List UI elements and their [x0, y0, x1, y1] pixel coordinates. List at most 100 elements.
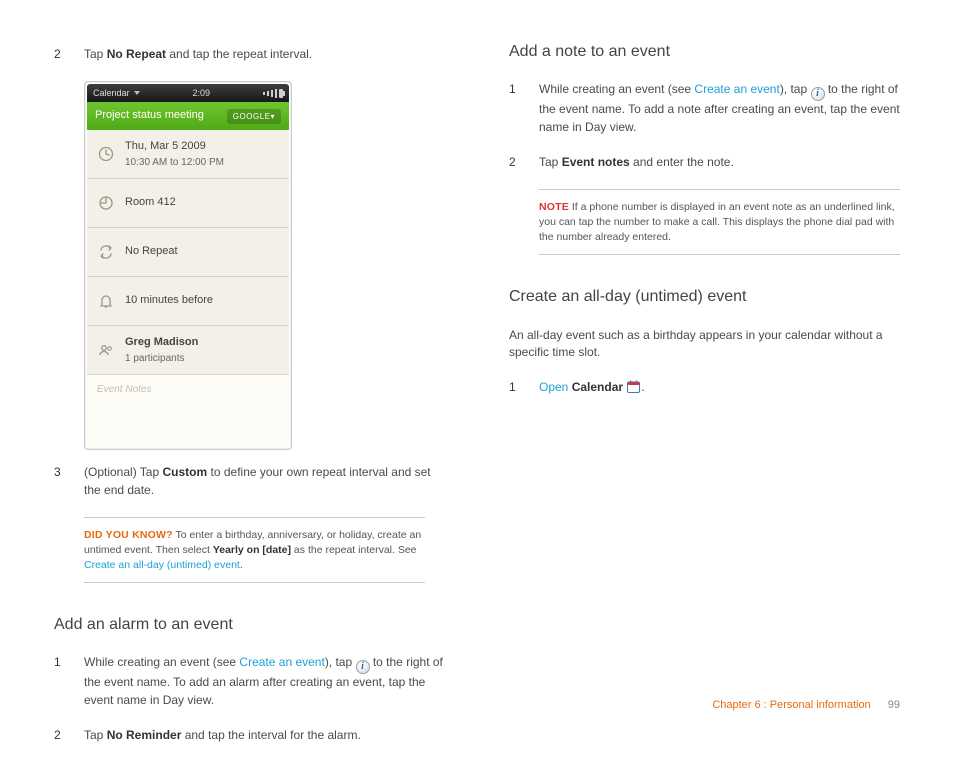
clock-icon: [97, 145, 115, 163]
xref-link[interactable]: Create an all-day (untimed) event: [84, 559, 240, 571]
step-3: 3 (Optional) Tap Custom to define your o…: [54, 464, 445, 499]
alarm-step-2: 2 Tap No Reminder and tap the interval f…: [54, 727, 445, 744]
alarm-step-1: 1 While creating an event (see Create an…: [54, 654, 445, 709]
text: and enter the note.: [630, 155, 734, 169]
text: Tap: [84, 728, 107, 742]
row-repeat: No Repeat: [87, 228, 289, 277]
text: While creating an event (see: [539, 82, 694, 96]
step-body: Tap No Repeat and tap the repeat interva…: [84, 46, 445, 63]
allday-step-1: 1 Open Calendar .: [509, 379, 900, 396]
step-number: 1: [54, 654, 66, 709]
repeat-icon: [97, 243, 115, 261]
step-body: Open Calendar .: [539, 379, 900, 396]
text: Tap: [84, 47, 107, 61]
section-title-note: Add a note to an event: [509, 40, 900, 63]
row-reminder: 10 minutes before: [87, 277, 289, 326]
location-icon: [97, 194, 115, 212]
step-body: Tap No Reminder and tap the interval for…: [84, 727, 445, 744]
step-2: 2 Tap No Repeat and tap the repeat inter…: [54, 46, 445, 63]
date-main: Thu, Mar 5 2009: [125, 140, 206, 152]
step-number: 2: [509, 154, 521, 171]
step-body: While creating an event (see Create an e…: [84, 654, 445, 709]
step-number: 2: [54, 46, 66, 63]
signal-bar-icon: [267, 91, 269, 96]
callout-body: If a phone number is displayed in an eve…: [539, 201, 895, 242]
step-body: (Optional) Tap Custom to define your own…: [84, 464, 445, 499]
row-datetime: Thu, Mar 5 2009 10:30 AM to 12:00 PM: [87, 130, 289, 179]
xref-link[interactable]: Create an event: [694, 82, 779, 96]
step-body: Tap Event notes and enter the note.: [539, 154, 900, 171]
bold: Event notes: [562, 155, 630, 169]
row-location: Room 412: [87, 179, 289, 228]
section-title-alarm: Add an alarm to an event: [54, 613, 445, 636]
bold: No Reminder: [107, 728, 182, 742]
note-step-2: 2 Tap Event notes and enter the note.: [509, 154, 900, 171]
step-number: 1: [509, 379, 521, 396]
page: 2 Tap No Repeat and tap the repeat inter…: [0, 0, 954, 738]
row-text: Thu, Mar 5 2009 10:30 AM to 12:00 PM: [125, 139, 224, 170]
phone-screenshot: Calendar 2:09 Project status meeting GOO…: [84, 81, 292, 450]
right-column: Add a note to an event 1 While creating …: [509, 40, 900, 763]
callout-lead: NOTE: [539, 201, 569, 213]
chapter-label: Chapter 6 : Personal information: [712, 699, 870, 711]
account-tag: GOOGLE▾: [227, 109, 281, 125]
bold: Calendar: [572, 380, 623, 394]
statusbar-right: [263, 89, 283, 98]
info-icon: i: [356, 660, 370, 674]
event-detail-list: Thu, Mar 5 2009 10:30 AM to 12:00 PM Roo…: [87, 130, 289, 447]
note-callout: NOTE If a phone number is displayed in a…: [539, 189, 900, 255]
event-title: Project status meeting: [95, 108, 204, 124]
callout-lead: DID YOU KNOW?: [84, 529, 173, 541]
note-step-1: 1 While creating an event (see Create an…: [509, 81, 900, 136]
bell-icon: [97, 292, 115, 310]
row-text: Room 412: [125, 195, 176, 211]
bold: Custom: [163, 465, 208, 479]
signal-bar-icon: [271, 90, 273, 97]
page-number: 99: [888, 699, 900, 711]
signal-bar-icon: [275, 89, 277, 98]
row-text: No Repeat: [125, 244, 178, 260]
did-you-know-callout: DID YOU KNOW? To enter a birthday, anniv…: [84, 517, 425, 583]
people-icon: [97, 341, 115, 359]
phone-statusbar: Calendar 2:09: [87, 84, 289, 102]
app-name: Calendar: [93, 87, 130, 100]
participant-count: 1 participants: [125, 352, 198, 367]
clock: 2:09: [193, 87, 211, 100]
left-column: 2 Tap No Repeat and tap the repeat inter…: [54, 40, 445, 763]
text: as the repeat interval. See: [291, 544, 417, 556]
text: ), tap: [325, 655, 356, 669]
text: (Optional) Tap: [84, 465, 163, 479]
two-column-layout: 2 Tap No Repeat and tap the repeat inter…: [54, 40, 900, 763]
signal-bar-icon: [263, 92, 265, 95]
page-footer: Chapter 6 : Personal information 99: [712, 698, 900, 714]
info-icon: i: [811, 87, 825, 101]
event-title-bar: Project status meeting GOOGLE▾: [87, 102, 289, 130]
text: Tap: [539, 155, 562, 169]
step-number: 2: [54, 727, 66, 744]
event-notes-field: Event Notes: [87, 375, 289, 447]
row-text: Greg Madison 1 participants: [125, 335, 198, 366]
section-title-allday: Create an all-day (untimed) event: [509, 285, 900, 308]
calendar-app-icon: [626, 379, 641, 394]
text: and tap the repeat interval.: [166, 47, 312, 61]
row-participants: Greg Madison 1 participants: [87, 326, 289, 375]
step-number: 3: [54, 464, 66, 499]
text: .: [641, 380, 644, 394]
xref-link[interactable]: Create an event: [239, 655, 324, 669]
text: and tap the interval for the alarm.: [181, 728, 360, 742]
step-body: While creating an event (see Create an e…: [539, 81, 900, 136]
text: ), tap: [780, 82, 811, 96]
bold: No Repeat: [107, 47, 166, 61]
statusbar-left: Calendar: [93, 87, 140, 100]
notes-placeholder: Event Notes: [97, 384, 151, 395]
step-number: 1: [509, 81, 521, 136]
text: .: [240, 559, 243, 571]
bold: Yearly on [date]: [213, 544, 291, 556]
dropdown-triangle-icon: [134, 91, 140, 95]
date-sub: 10:30 AM to 12:00 PM: [125, 156, 224, 171]
participant-name: Greg Madison: [125, 336, 198, 348]
allday-intro: An all-day event such as a birthday appe…: [509, 327, 900, 362]
open-link[interactable]: Open: [539, 380, 568, 394]
battery-icon: [279, 89, 283, 98]
text: While creating an event (see: [84, 655, 239, 669]
